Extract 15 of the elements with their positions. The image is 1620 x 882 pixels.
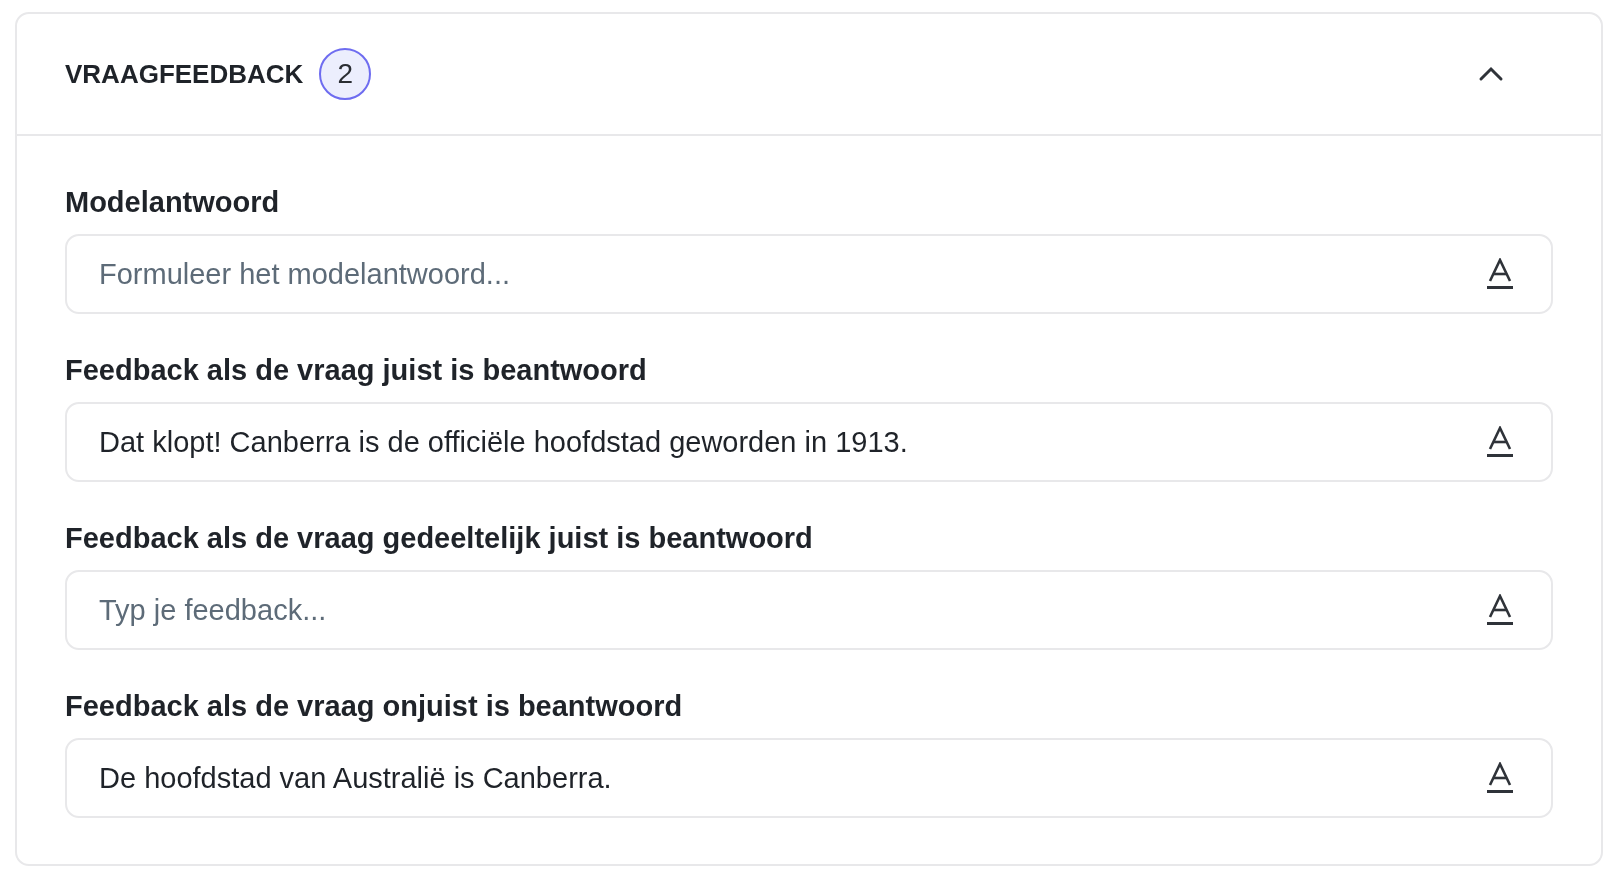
panel-title: VRAAGFEEDBACK <box>65 57 304 91</box>
text-field[interactable]: Dat klopt! Canberra is de officiële hoofdstad geworden in 1913. <box>65 402 1553 482</box>
text-field[interactable]: Typ je feedback... <box>65 570 1553 650</box>
text-format-icon[interactable] <box>1487 258 1513 290</box>
text-field[interactable]: Formuleer het modelantwoord... <box>65 234 1553 314</box>
count-badge: 2 <box>319 48 372 100</box>
field-label: Feedback als de vraag juist is beantwoord <box>65 353 648 388</box>
chevron-up-icon <box>1478 66 1504 82</box>
text-field[interactable]: De hoofdstad van Australië is Canberra. <box>65 738 1553 818</box>
text-format-icon[interactable] <box>1487 762 1513 794</box>
field-label: Feedback als de vraag gedeeltelijk juist is beantwoord <box>65 521 814 556</box>
field-label: Feedback als de vraag onjuist is beantwoord <box>65 689 684 724</box>
text-format-icon[interactable] <box>1487 594 1513 626</box>
field-label: Modelantwoord <box>65 185 281 220</box>
text-format-icon[interactable] <box>1487 426 1513 458</box>
